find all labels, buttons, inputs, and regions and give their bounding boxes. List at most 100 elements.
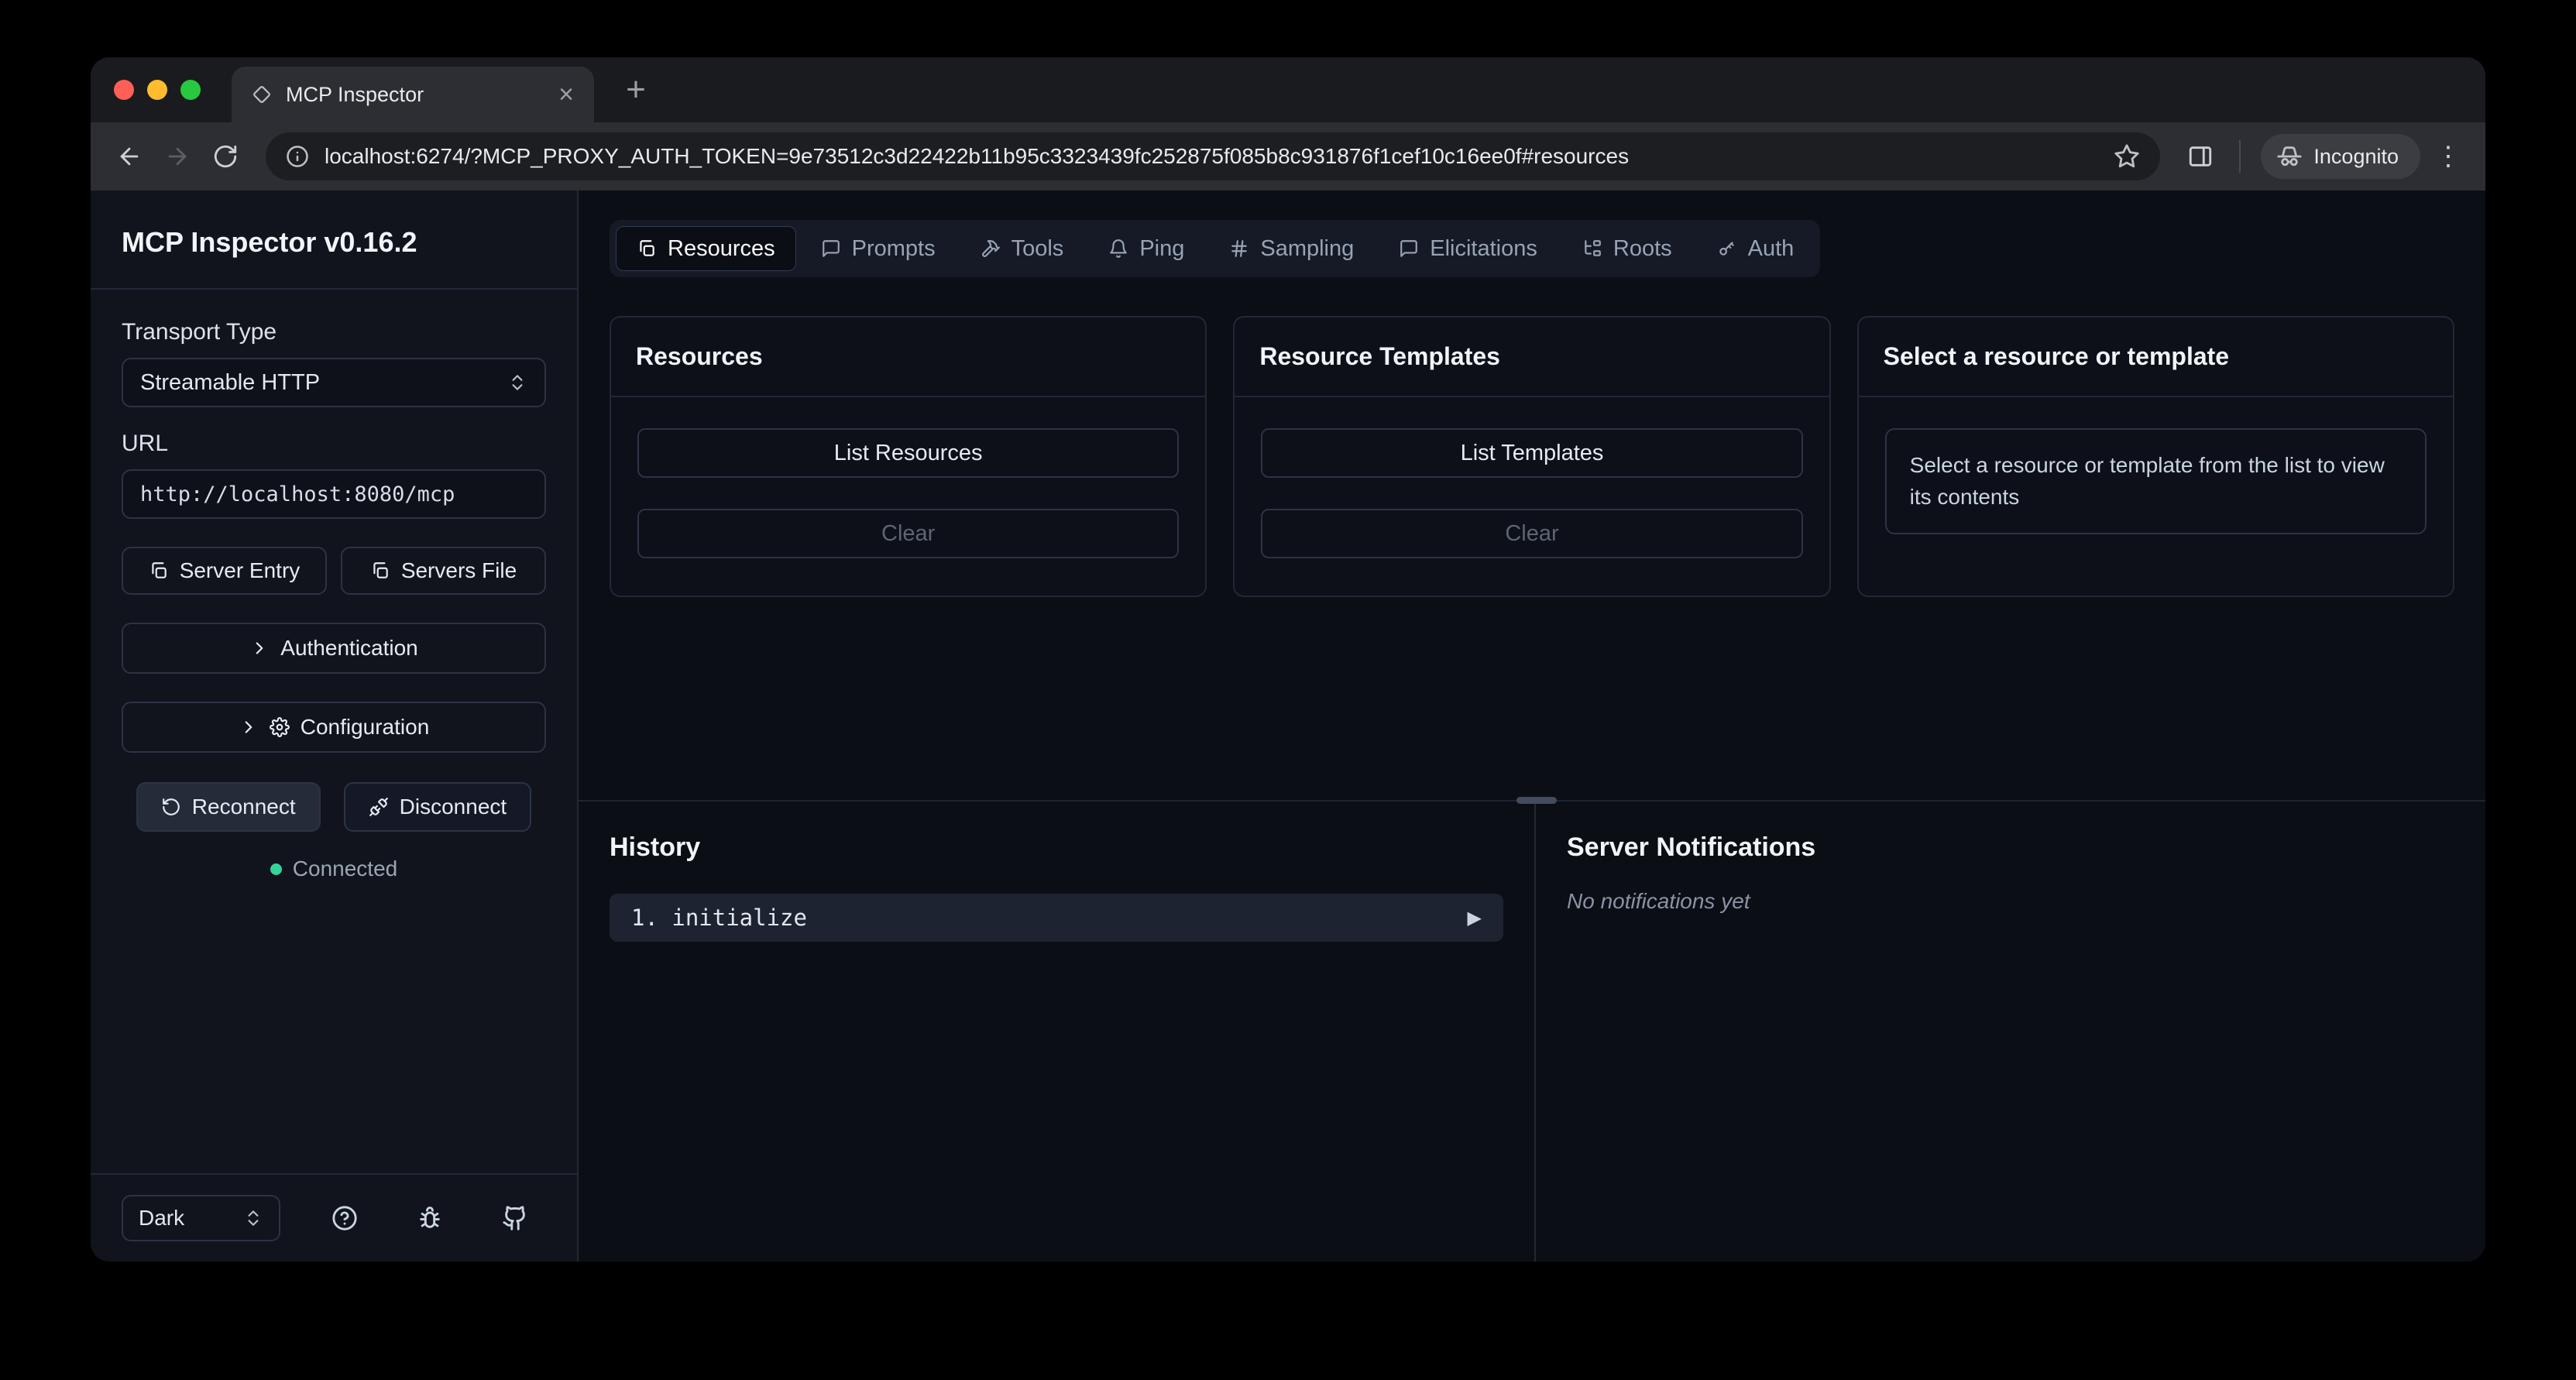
- tab-resources-label: Resources: [668, 236, 775, 262]
- authentication-toggle[interactable]: Authentication: [122, 623, 546, 674]
- unplug-icon: [369, 797, 389, 817]
- help-icon[interactable]: [324, 1197, 366, 1239]
- resource-detail-panel: Select a resource or template Select a r…: [1857, 316, 2454, 597]
- back-icon[interactable]: [111, 138, 148, 175]
- sidebar: MCP Inspector v0.16.2 Transport Type Str…: [91, 191, 579, 1262]
- servers-file-button[interactable]: Servers File: [341, 547, 546, 595]
- browser-toolbar: localhost:6274/?MCP_PROXY_AUTH_TOKEN=9e7…: [91, 122, 2485, 191]
- gear-icon: [270, 717, 290, 737]
- split-drag-handle[interactable]: [1516, 797, 1557, 804]
- server-entry-button[interactable]: Server Entry: [122, 547, 327, 595]
- chevron-right-icon: [239, 717, 259, 737]
- url-text[interactable]: localhost:6274/?MCP_PROXY_AUTH_TOKEN=9e7…: [325, 144, 2098, 169]
- site-info-icon[interactable]: [286, 145, 309, 168]
- server-entry-label: Server Entry: [180, 558, 301, 583]
- tab-tools-label: Tools: [1012, 236, 1064, 262]
- chevrons-up-down-icon: [243, 1208, 263, 1228]
- hammer-icon: [981, 239, 1001, 259]
- screen-background: MCP Inspector × + localhost:6274/?MCP_PR…: [0, 0, 2576, 1380]
- resources-panel-title: Resources: [611, 318, 1205, 397]
- history-title: History: [610, 832, 1503, 863]
- tab-auth[interactable]: Auth: [1697, 226, 1815, 271]
- window-controls: [114, 80, 201, 100]
- tab-sampling[interactable]: Sampling: [1209, 226, 1374, 271]
- hash-icon: [1229, 239, 1249, 259]
- authentication-label: Authentication: [280, 636, 417, 661]
- close-window-button[interactable]: [114, 80, 134, 100]
- configuration-toggle[interactable]: Configuration: [122, 702, 546, 753]
- expand-caret-icon[interactable]: ▶: [1468, 907, 1482, 929]
- side-panel-icon[interactable]: [2182, 138, 2219, 175]
- reconnect-label: Reconnect: [192, 795, 296, 819]
- folder-tree-icon: [1582, 239, 1602, 259]
- panels-row: Resources List Resources Clear Resource …: [610, 316, 2454, 597]
- incognito-label: Incognito: [2313, 145, 2399, 169]
- tab-elicitations-label: Elicitations: [1430, 236, 1537, 262]
- connection-status: Connected: [122, 856, 546, 881]
- browser-menu-icon[interactable]: ⋮: [2431, 141, 2465, 172]
- tab-close-icon[interactable]: ×: [558, 81, 574, 108]
- bookmark-star-icon[interactable]: [2114, 143, 2140, 170]
- tab-ping-label: Ping: [1139, 236, 1184, 262]
- resources-panel: Resources List Resources Clear: [610, 316, 1207, 597]
- tab-auth-label: Auth: [1748, 236, 1795, 262]
- incognito-icon: [2276, 143, 2303, 170]
- disconnect-label: Disconnect: [400, 795, 507, 819]
- github-icon[interactable]: [494, 1197, 536, 1239]
- reconnect-button[interactable]: Reconnect: [136, 782, 321, 832]
- disconnect-button[interactable]: Disconnect: [344, 782, 532, 832]
- message-square-icon: [821, 239, 841, 259]
- server-url-field[interactable]: [122, 469, 546, 519]
- list-resources-button[interactable]: List Resources: [637, 428, 1179, 478]
- zoom-window-button[interactable]: [180, 80, 201, 100]
- files-icon: [637, 239, 657, 259]
- browser-tab-mcp-inspector[interactable]: MCP Inspector ×: [232, 67, 594, 122]
- mcp-inspector-app: MCP Inspector v0.16.2 Transport Type Str…: [91, 191, 2485, 1262]
- theme-value: Dark: [139, 1206, 184, 1231]
- tab-prompts[interactable]: Prompts: [801, 226, 956, 271]
- forward-icon[interactable]: [159, 138, 196, 175]
- bug-report-icon[interactable]: [409, 1197, 451, 1239]
- resource-detail-placeholder: Select a resource or template from the l…: [1885, 428, 2427, 534]
- copy-icon: [149, 561, 169, 581]
- reload-icon[interactable]: [207, 138, 244, 175]
- tab-prompts-label: Prompts: [852, 236, 936, 262]
- list-templates-button[interactable]: List Templates: [1261, 428, 1802, 478]
- history-pane: History 1. initialize ▶: [579, 802, 1534, 1262]
- tab-elicitations[interactable]: Elicitations: [1379, 226, 1558, 271]
- history-item-initialize[interactable]: 1. initialize ▶: [610, 894, 1503, 942]
- server-notifications-pane: Server Notifications No notifications ye…: [1536, 802, 2485, 1262]
- main-content: Resources Prompts Tools Ping: [579, 191, 2485, 1262]
- clear-resources-button[interactable]: Clear: [637, 509, 1179, 558]
- bell-icon: [1108, 239, 1128, 259]
- server-notifications-title: Server Notifications: [1567, 832, 2454, 863]
- resource-detail-panel-title: Select a resource or template: [1859, 318, 2453, 397]
- transport-type-value: Streamable HTTP: [140, 370, 320, 396]
- key-icon: [1717, 239, 1737, 259]
- minimize-window-button[interactable]: [147, 80, 167, 100]
- resource-templates-panel: Resource Templates List Templates Clear: [1233, 316, 1830, 597]
- toolbar-separator: [2239, 140, 2241, 173]
- theme-select[interactable]: Dark: [122, 1195, 280, 1241]
- tab-resources[interactable]: Resources: [616, 226, 796, 271]
- history-item-label: 1. initialize: [631, 905, 807, 931]
- favicon-mcp-logo-icon: [252, 84, 272, 105]
- tab-ping[interactable]: Ping: [1088, 226, 1204, 271]
- chevrons-up-down-icon: [507, 372, 527, 393]
- transport-type-select[interactable]: Streamable HTTP: [122, 358, 546, 407]
- status-text: Connected: [293, 856, 397, 881]
- configuration-label: Configuration: [301, 715, 430, 740]
- tab-tools[interactable]: Tools: [960, 226, 1084, 271]
- app-title: MCP Inspector v0.16.2: [91, 191, 577, 290]
- url-label: URL: [122, 431, 546, 457]
- new-tab-button[interactable]: +: [614, 68, 658, 112]
- server-url-input[interactable]: [140, 482, 527, 506]
- browser-window: MCP Inspector × + localhost:6274/?MCP_PR…: [91, 57, 2485, 1262]
- tab-roots-label: Roots: [1613, 236, 1672, 262]
- address-bar[interactable]: localhost:6274/?MCP_PROXY_AUTH_TOKEN=9e7…: [266, 132, 2160, 180]
- incognito-badge[interactable]: Incognito: [2261, 134, 2420, 179]
- tab-roots[interactable]: Roots: [1562, 226, 1692, 271]
- clear-templates-button[interactable]: Clear: [1261, 509, 1802, 558]
- main-top-section: Resources Prompts Tools Ping: [579, 191, 2485, 800]
- chevron-right-icon: [249, 638, 270, 658]
